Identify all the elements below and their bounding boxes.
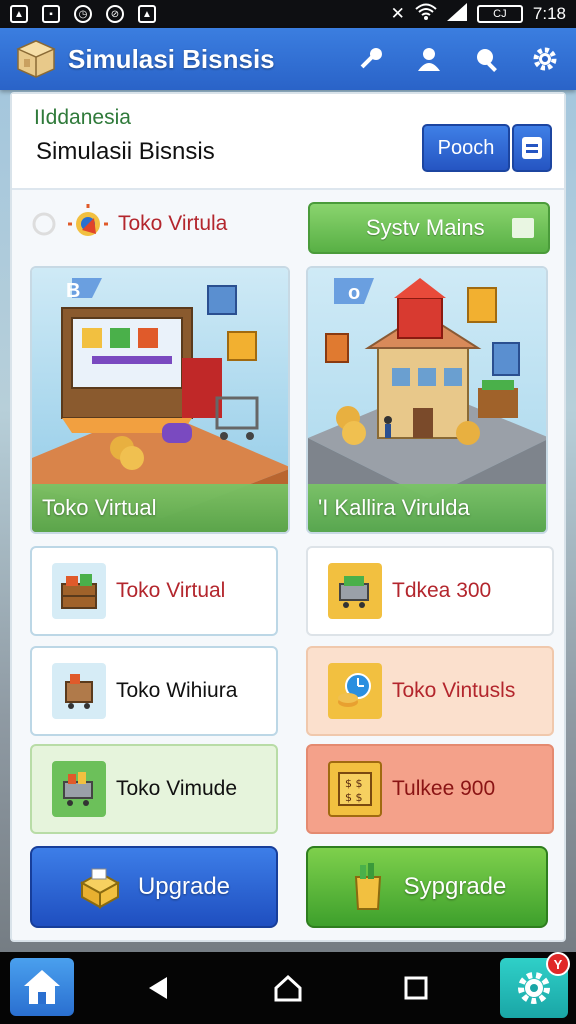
shopping-cart-icon [52,663,106,719]
status-bar: ▲ ▪ ◷ ⊘ ▲ ✕ CJ 7:18 [0,0,576,28]
tile-toko-vimude[interactable]: Toko Vimude [30,744,278,834]
crate-icon [52,563,106,619]
key-icon [360,48,382,69]
header-subtitle: IIddanesia [34,106,131,129]
grocery-cart-icon [52,761,106,817]
tile-toko-virtual[interactable]: Toko Virtual [30,546,278,636]
tile-tdkea-300[interactable]: Tdkea 300 [306,546,554,636]
box-logo-icon [14,37,58,81]
recents-button[interactable] [396,968,436,1008]
tile-toko-wihiura[interactable]: Toko Wihiura [30,646,278,736]
package-icon [79,868,121,909]
systv-mains-button[interactable]: Systv Mains [308,202,550,254]
cart-icon [328,563,382,619]
sypgrade-label: Sypgrade [403,873,507,900]
sun-compass-icon [32,204,108,236]
image-icon [512,218,534,238]
app-bar: Simulasi Bisnsis [0,28,576,90]
recents-icon [404,976,428,1000]
store-card-kallira[interactable]: o 'I Kallira Virulda [306,266,548,534]
toko-virtula-label: Toko Virtula [32,204,227,244]
nav-settings-button[interactable]: Y [500,952,570,1018]
home-button[interactable] [10,958,74,1016]
battery-icon: CJ [476,5,523,23]
home-outline-icon [274,974,302,1002]
clock-time: 7:18 [532,4,566,23]
profile-button[interactable] [412,42,446,76]
tile-toko-virtual-label: Toko Virtual [116,579,226,602]
store-card-virtual-label: Toko Virtual [32,484,288,532]
card-badge-b: B [66,280,81,302]
produce-bag-icon [354,863,381,910]
document-icon [522,137,542,159]
systv-mains-label: Systv Mains [366,215,485,240]
header-title: Simulasii Bisnsis [36,138,215,165]
photo-notification-icon: ▲ [138,5,156,23]
upgrade-label: Upgrade [137,873,231,900]
mute-icon: ✕ [390,4,405,23]
main-panel: IIddanesia Simulasii Bisnsis Pooch Toko … [10,92,566,942]
store-card-virtual[interactable]: B Toko Virtual [30,266,290,534]
user-icon [418,48,440,71]
gear-icon [533,47,557,71]
notification-badge: Y [546,952,570,976]
home-icon [24,970,60,1004]
card-badge-o: o [348,282,361,304]
gear-icon [518,972,550,1004]
svg-text:$ $: $ $ [345,791,363,804]
tile-tdkea-300-label: Tdkea 300 [392,579,492,602]
search-icon [477,49,497,72]
svg-text:$ $: $ $ [345,777,363,790]
battery-text: CJ [493,8,507,20]
tile-toko-vimude-label: Toko Vimude [116,777,238,800]
tile-toko-vintusls[interactable]: Toko Vintusls [306,646,554,736]
pooch-button[interactable]: Pooch [422,124,510,172]
blocked-notification-icon: ⊘ [106,5,124,23]
key-button[interactable] [354,42,388,76]
settings-button[interactable] [528,42,562,76]
upgrade-button[interactable]: Upgrade [30,846,278,928]
clock-notification-icon: ◷ [74,5,92,23]
tile-toko-vintusls-label: Toko Vintusls [392,679,516,702]
signal-icon [446,2,467,26]
store-card-kallira-label: 'I Kallira Virulda [308,484,546,532]
search-button[interactable] [470,42,504,76]
sypgrade-button[interactable]: Sypgrade [306,846,548,928]
header-box: IIddanesia Simulasii Bisnsis Pooch [12,94,564,190]
back-button[interactable] [138,968,178,1008]
back-icon [149,977,167,999]
coin-clock-icon [328,663,382,719]
tile-tulkee-900-label: Tulkee 900 [392,777,496,800]
calculator-icon: $ $ $ $ [328,761,382,817]
image-notification-icon: ▲ [10,5,28,23]
tile-toko-wihiura-label: Toko Wihiura [116,679,238,702]
wifi-icon [415,3,437,26]
navigation-bar: Y [0,952,576,1024]
gallery-notification-icon: ▪ [42,5,60,23]
toko-virtula-text: Toko Virtula [118,212,228,235]
nav-home-button[interactable] [268,968,308,1008]
document-button[interactable] [512,124,552,172]
tile-tulkee-900[interactable]: $ $ $ $ Tulkee 900 [306,744,554,834]
app-title: Simulasi Bisnsis [68,43,275,74]
